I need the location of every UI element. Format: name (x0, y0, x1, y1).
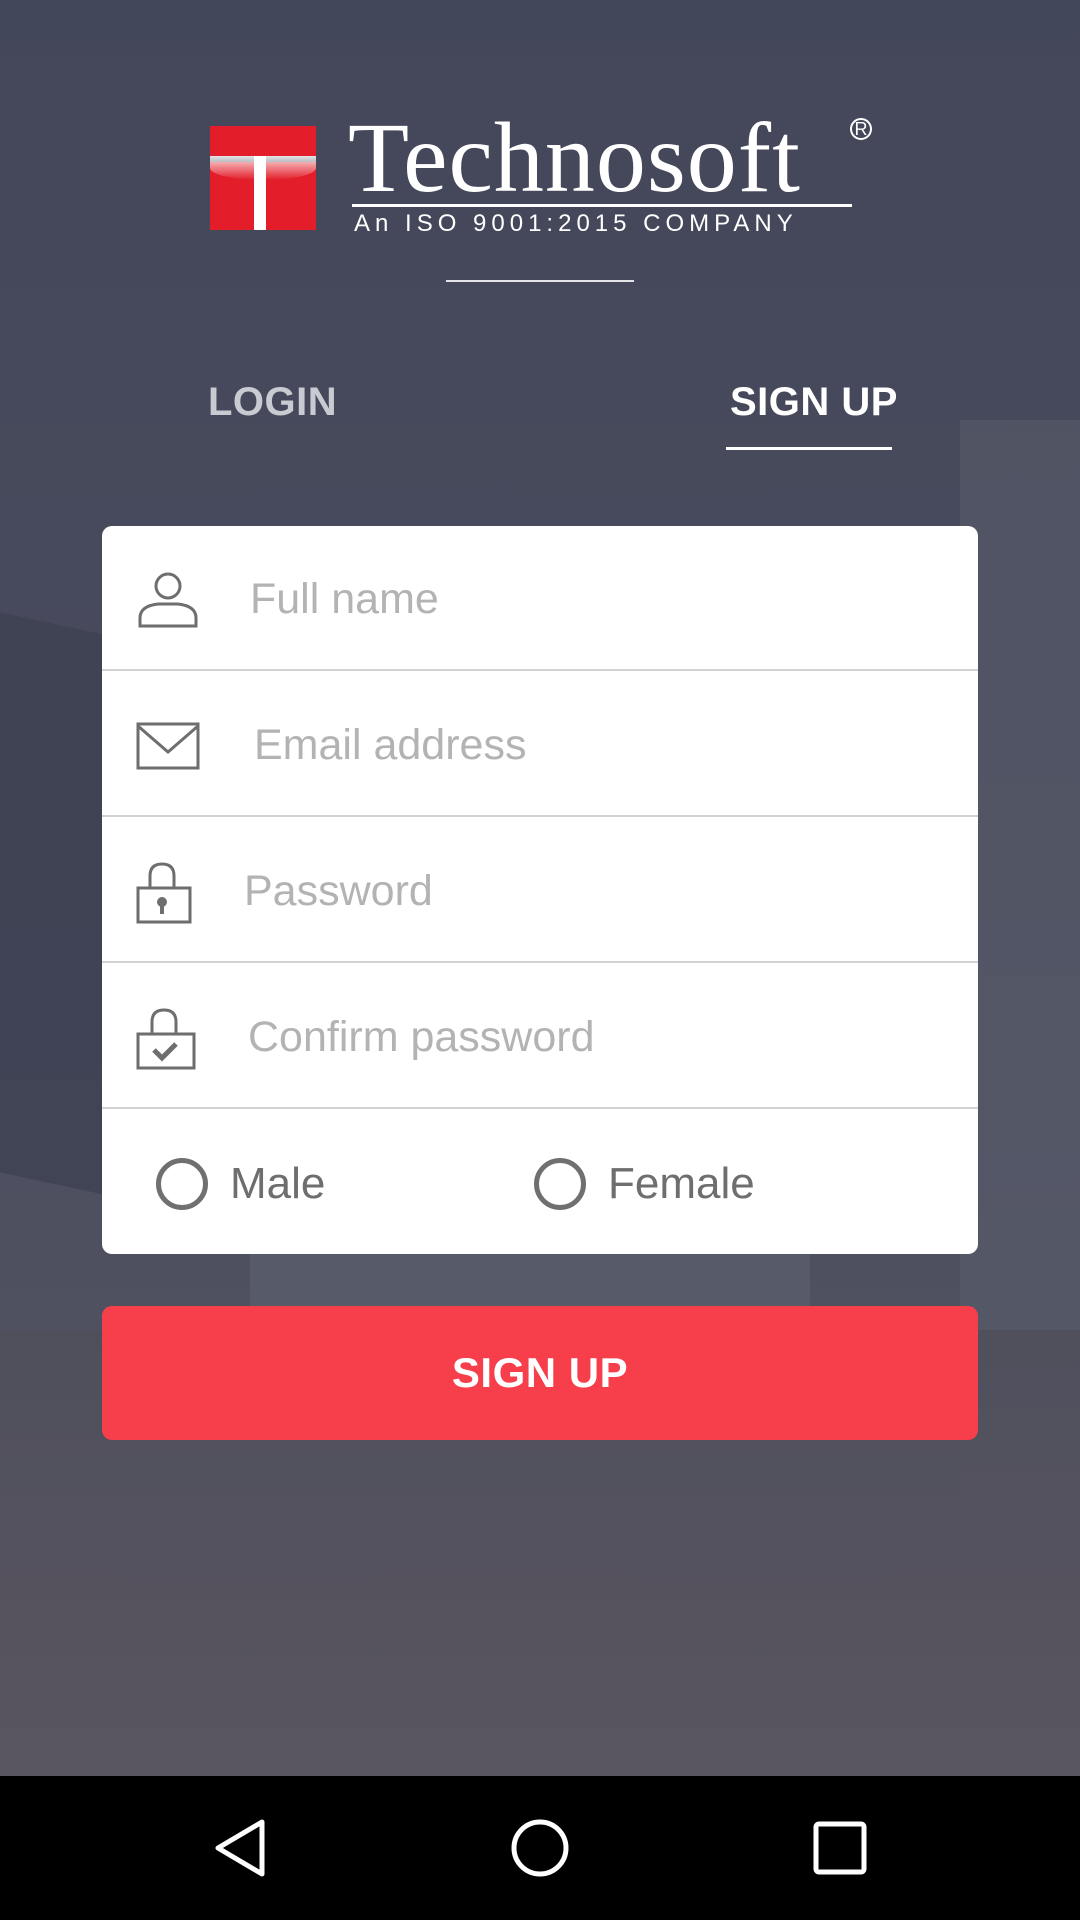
gender-male-radio[interactable]: Male (156, 1154, 325, 1214)
confirm-password-field (102, 964, 978, 1109)
header-divider (446, 280, 634, 282)
full-name-input[interactable] (248, 562, 932, 636)
lock-icon (136, 862, 192, 924)
logo-mark-icon (210, 126, 316, 230)
recents-icon (813, 1821, 867, 1875)
nav-recents-button[interactable] (798, 1806, 882, 1890)
password-input[interactable] (242, 854, 926, 928)
brand-name: Technosoft (348, 102, 801, 213)
gender-female-radio[interactable]: Female (534, 1154, 755, 1214)
email-field (102, 672, 978, 817)
user-icon (138, 572, 198, 628)
logo-underline (352, 204, 852, 207)
full-name-field (102, 526, 978, 671)
email-input[interactable] (252, 708, 936, 782)
gender-male-label: Male (230, 1159, 326, 1208)
nav-back-button[interactable] (198, 1806, 282, 1890)
signup-button[interactable]: SIGN UP (102, 1306, 978, 1440)
back-icon (215, 1819, 265, 1877)
radio-circle-icon[interactable] (156, 1158, 208, 1210)
password-field (102, 818, 978, 963)
confirm-password-input[interactable] (246, 1000, 930, 1074)
registered-mark: R (850, 118, 872, 140)
tab-login[interactable]: LOGIN (208, 380, 337, 425)
gender-female-label: Female (608, 1159, 755, 1208)
brand-tagline: An ISO 9001:2015 COMPANY (354, 210, 798, 237)
envelope-icon (136, 722, 200, 770)
brand-logo: Technosoft R An ISO 9001:2015 COMPANY (210, 108, 880, 238)
signup-form-card: Male Female (102, 526, 978, 1254)
system-navigation-bar (0, 1776, 1080, 1920)
lock-check-icon (136, 1008, 196, 1070)
nav-home-button[interactable] (498, 1806, 582, 1890)
gender-selector: Male Female (102, 1108, 978, 1254)
radio-circle-icon[interactable] (534, 1158, 586, 1210)
active-tab-indicator (726, 447, 892, 450)
home-icon (511, 1819, 569, 1877)
signup-screen: Technosoft R An ISO 9001:2015 COMPANY LO… (0, 0, 1080, 1920)
tab-signup[interactable]: SIGN UP (730, 380, 898, 425)
